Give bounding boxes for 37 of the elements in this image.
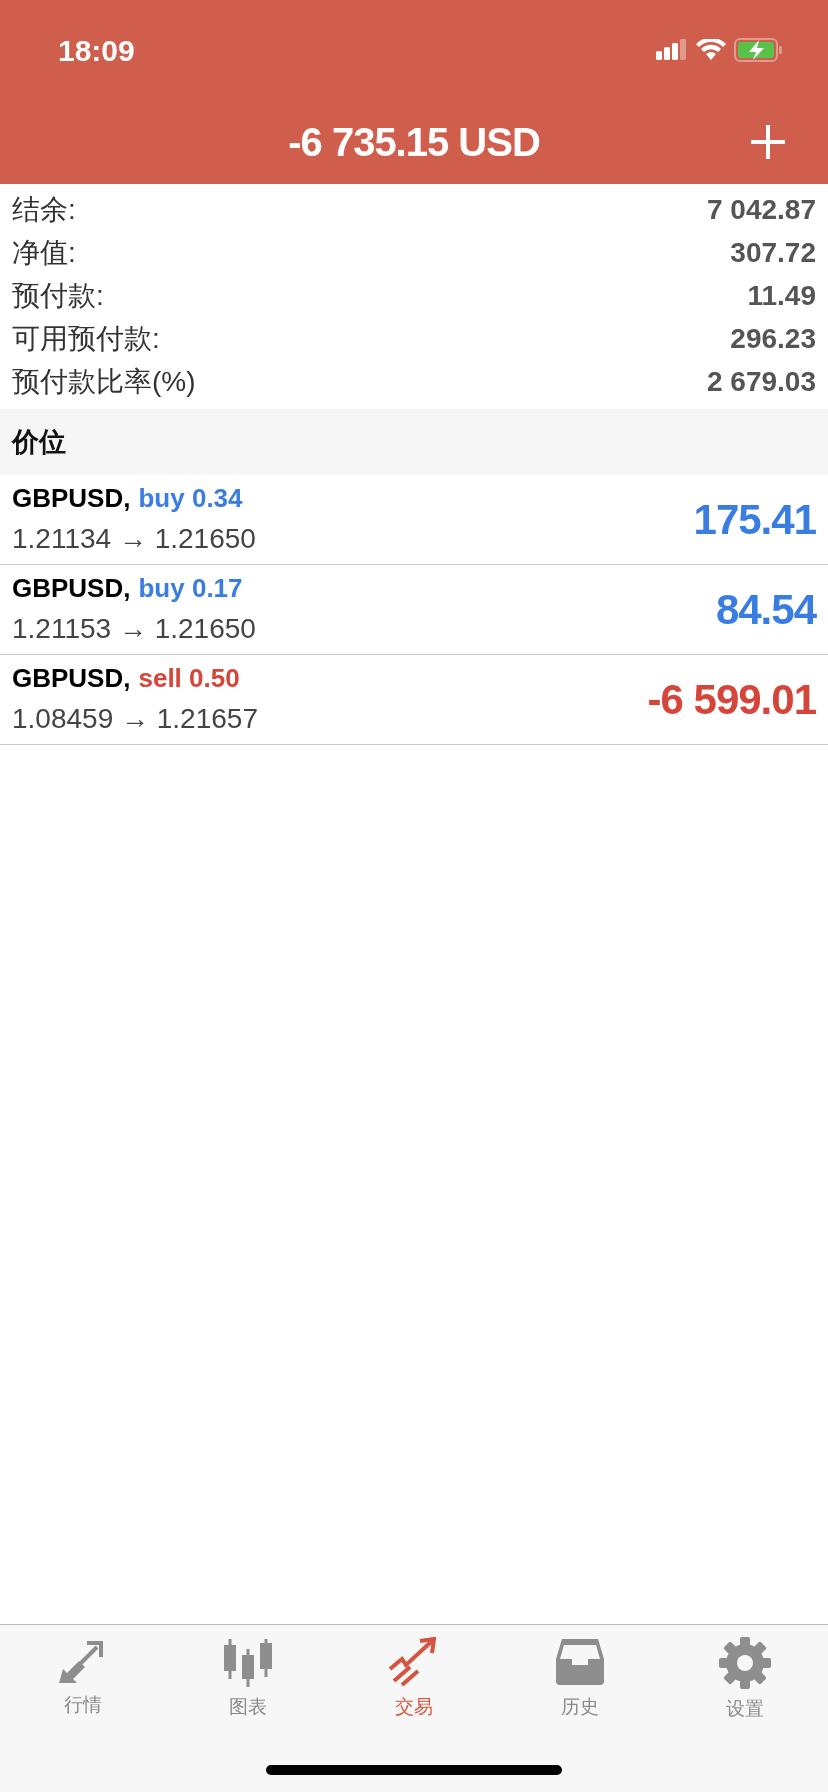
- position-side: buy 0.34: [138, 482, 243, 515]
- tab-item[interactable]: 行情: [0, 1625, 166, 1725]
- summary-label: 预付款:: [12, 278, 104, 313]
- summary-label: 预付款比率(%): [12, 364, 196, 399]
- account-total: -6 735.15 USD: [288, 119, 540, 166]
- summary-value: 2 679.03: [707, 364, 816, 399]
- summary-value: 11.49: [747, 278, 816, 313]
- inbox-icon: [553, 1637, 606, 1687]
- position-profit: -6 599.01: [647, 675, 816, 725]
- tab-item[interactable]: 历史: [496, 1625, 663, 1725]
- summary-label: 净值:: [12, 235, 76, 270]
- position-side: buy 0.17: [138, 572, 243, 605]
- tab-item[interactable]: 图表: [165, 1625, 332, 1725]
- position-side: sell 0.50: [138, 662, 240, 695]
- settings-icon: [719, 1637, 772, 1689]
- position-symbol: GBPUSD,: [12, 662, 131, 695]
- status-time: 18:09: [58, 32, 135, 69]
- summary-value: 307.72: [730, 235, 816, 270]
- summary-value: 7 042.87: [707, 192, 816, 227]
- position-symbol: GBPUSD,: [12, 482, 131, 515]
- wifi-icon: [696, 39, 726, 61]
- position-prices: 1.21153 → 1.21650: [12, 612, 256, 646]
- position-prices: 1.08459 → 1.21657: [12, 702, 258, 736]
- add-button[interactable]: [748, 122, 788, 162]
- signal-icon: [656, 39, 688, 61]
- battery-icon: [734, 38, 784, 62]
- position-profit: 175.41: [693, 495, 816, 545]
- tab-item[interactable]: 设置: [662, 1625, 828, 1725]
- summary-label: 结余:: [12, 192, 76, 227]
- position-prices: 1.21134 → 1.21650: [12, 522, 256, 556]
- position-symbol: GBPUSD,: [12, 572, 131, 605]
- section-title: 价位: [12, 425, 66, 459]
- tab-item[interactable]: 交易: [331, 1625, 497, 1725]
- position-profit: 84.54: [715, 585, 816, 635]
- summary-label: 可用预付款:: [12, 321, 160, 356]
- candlestick-icon: [222, 1637, 275, 1687]
- summary-value: 296.23: [730, 321, 816, 356]
